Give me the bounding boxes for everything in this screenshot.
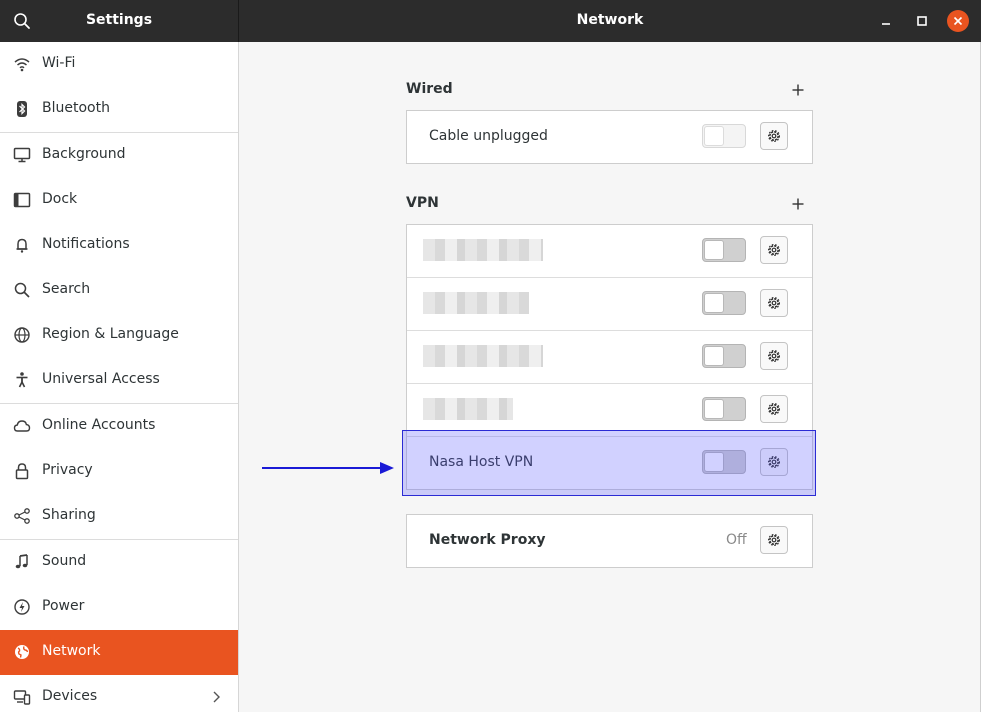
- vpn-settings-button[interactable]: [760, 342, 788, 370]
- app-title: Settings: [85, 12, 153, 28]
- maximize-icon[interactable]: [911, 10, 933, 32]
- sidebar-item-sharing[interactable]: Sharing: [0, 494, 238, 539]
- add-vpn-plus-icon[interactable]: [791, 197, 805, 211]
- sidebar-item-label: Online Accounts: [42, 417, 156, 433]
- globe-icon: [14, 327, 30, 343]
- music-note-icon: [15, 554, 28, 569]
- sidebar-header: Settings: [0, 0, 239, 42]
- toggle-knob: [704, 240, 724, 260]
- highlight-box: [402, 430, 816, 496]
- share-icon: [14, 508, 30, 524]
- gear-icon: [767, 533, 781, 547]
- sidebar-item-label: Notifications: [42, 236, 130, 252]
- sidebar-item-label: Search: [42, 281, 91, 297]
- vpn-row: [407, 331, 812, 384]
- sidebar-item-label: Background: [42, 146, 126, 162]
- bell-icon: [16, 238, 28, 253]
- vpn-settings-button[interactable]: [760, 236, 788, 264]
- cloud-icon: [13, 420, 31, 432]
- sidebar-item-network[interactable]: Network: [0, 630, 238, 675]
- vpn-section-title: VPN: [406, 195, 439, 211]
- proxy-status: Off: [726, 532, 747, 548]
- sidebar-item-label: Devices: [42, 688, 98, 704]
- toggle-knob: [704, 126, 724, 146]
- sidebar: Wi-Fi Bluetooth Background Dock Notifica…: [0, 42, 239, 712]
- header-bar: Settings Network: [0, 0, 981, 42]
- sidebar-item-background[interactable]: Background: [0, 133, 238, 178]
- dock-icon: [13, 192, 31, 208]
- network-proxy-row[interactable]: Network Proxy Off: [407, 515, 812, 567]
- minimize-icon[interactable]: [875, 10, 897, 32]
- sidebar-item-label: Universal Access: [42, 371, 160, 387]
- sidebar-item-privacy[interactable]: Privacy: [0, 449, 238, 494]
- redacted-vpn-name: [423, 292, 529, 314]
- search-icon[interactable]: [13, 12, 31, 30]
- lock-icon: [15, 463, 29, 480]
- monitor-icon: [13, 147, 31, 163]
- proxy-card: Network Proxy Off: [406, 514, 813, 568]
- gear-icon: [767, 243, 781, 257]
- vpn-row: [407, 225, 812, 278]
- sidebar-item-universal-access[interactable]: Universal Access: [0, 358, 238, 403]
- vpn-settings-button[interactable]: [760, 395, 788, 423]
- wifi-icon: [14, 58, 30, 72]
- sidebar-item-region-language[interactable]: Region & Language: [0, 313, 238, 358]
- wired-section-title: Wired: [406, 81, 453, 97]
- page-title: Network: [576, 12, 644, 28]
- sidebar-item-label: Network: [42, 643, 101, 659]
- sidebar-item-devices[interactable]: Devices: [0, 675, 238, 712]
- wired-row: Cable unplugged: [407, 111, 812, 163]
- vpn-toggle[interactable]: [702, 238, 746, 262]
- search-icon: [14, 282, 30, 298]
- bluetooth-icon: [17, 101, 27, 117]
- toggle-knob: [704, 346, 724, 366]
- sidebar-item-search[interactable]: Search: [0, 268, 238, 313]
- person-icon: [16, 372, 28, 388]
- sidebar-item-online-accounts[interactable]: Online Accounts: [0, 404, 238, 449]
- annotation-arrow-icon: [262, 462, 394, 474]
- sidebar-item-label: Sharing: [42, 507, 96, 523]
- sidebar-item-label: Privacy: [42, 462, 93, 478]
- network-panel: Wired Cable unplugged VPN Nasa Host VPN …: [239, 42, 981, 712]
- chevron-right-icon: [213, 691, 220, 703]
- gear-icon: [767, 296, 781, 310]
- add-wired-plus-icon[interactable]: [791, 83, 805, 97]
- gear-icon: [767, 402, 781, 416]
- sidebar-item-notifications[interactable]: Notifications: [0, 223, 238, 268]
- vpn-toggle[interactable]: [702, 397, 746, 421]
- sidebar-item-label: Sound: [42, 553, 87, 569]
- wired-settings-button[interactable]: [760, 122, 788, 150]
- redacted-vpn-name: [423, 239, 543, 261]
- gear-icon: [767, 349, 781, 363]
- network-proxy-label: Network Proxy: [429, 532, 546, 548]
- network-globe-icon: [15, 645, 29, 659]
- redacted-vpn-name: [423, 398, 513, 420]
- sidebar-item-sound[interactable]: Sound: [0, 540, 238, 585]
- proxy-settings-button[interactable]: [760, 526, 788, 554]
- power-icon: [14, 599, 30, 615]
- devices-icon: [13, 690, 31, 705]
- wired-card: Cable unplugged: [406, 110, 813, 164]
- vpn-row: [407, 278, 812, 331]
- close-icon[interactable]: [947, 10, 969, 32]
- sidebar-item-wifi[interactable]: Wi-Fi: [0, 42, 238, 87]
- redacted-vpn-name: [423, 345, 543, 367]
- sidebar-item-bluetooth[interactable]: Bluetooth: [0, 87, 238, 132]
- vpn-toggle[interactable]: [702, 344, 746, 368]
- sidebar-item-label: Power: [42, 598, 85, 614]
- sidebar-item-label: Wi-Fi: [42, 55, 76, 71]
- wired-connection-label: Cable unplugged: [429, 128, 548, 144]
- wired-toggle[interactable]: [702, 124, 746, 148]
- sidebar-item-label: Region & Language: [42, 326, 179, 342]
- vpn-toggle[interactable]: [702, 291, 746, 315]
- gear-icon: [767, 129, 781, 143]
- sidebar-item-label: Bluetooth: [42, 100, 110, 116]
- sidebar-item-power[interactable]: Power: [0, 585, 238, 630]
- sidebar-item-dock[interactable]: Dock: [0, 178, 238, 223]
- toggle-knob: [704, 293, 724, 313]
- settings-window: Settings Network Wi-Fi Bluetooth Backgro…: [0, 0, 981, 712]
- sidebar-item-label: Dock: [42, 191, 78, 207]
- vpn-settings-button[interactable]: [760, 289, 788, 317]
- toggle-knob: [704, 399, 724, 419]
